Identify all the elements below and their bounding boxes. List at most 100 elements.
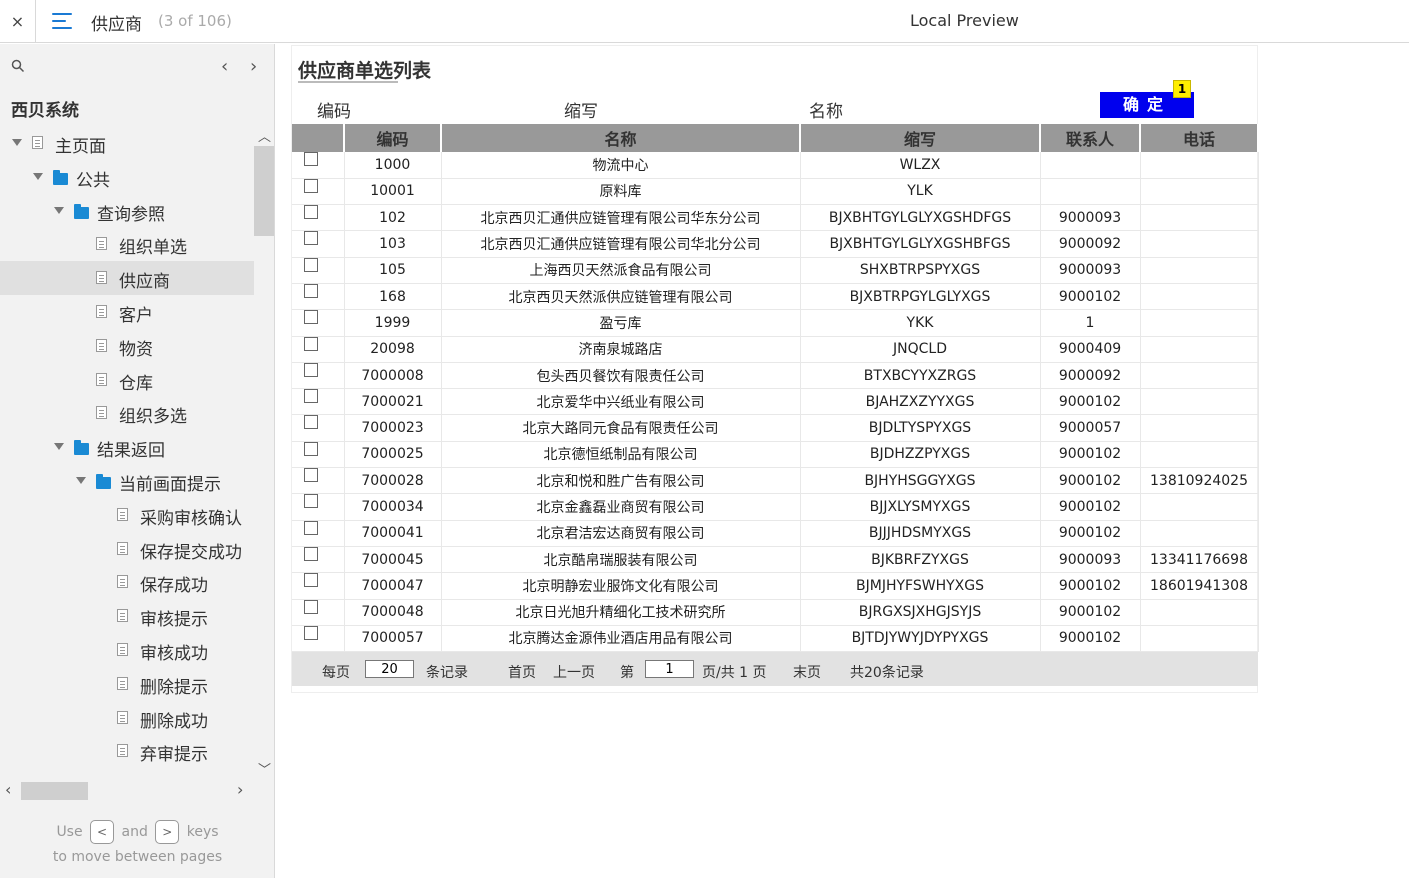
tree-item[interactable]: 公共 — [0, 160, 254, 194]
row-checkbox[interactable] — [304, 520, 318, 535]
table-row[interactable]: 7000034 北京金鑫磊业商贸有限公司 BJJXLYSMYXGS 9000102 — [292, 493, 1259, 521]
table-row[interactable]: 7000041 北京君洁宏达商贸有限公司 BJJJHDSMYXGS 9000102 — [292, 520, 1259, 547]
prev-page-icon[interactable]: ‹ — [221, 56, 228, 77]
row-checkbox[interactable] — [304, 625, 318, 640]
tree-item[interactable]: 审核提示 — [0, 599, 254, 633]
tree-item[interactable]: 采购审核确认 — [0, 498, 254, 532]
row-checkbox[interactable] — [304, 389, 318, 404]
table-row[interactable]: 7000057 北京腾达金源伟业酒店用品有限公司 BJTDJYWYJDYPYXGS 9… — [292, 625, 1259, 653]
next-page-icon[interactable]: › — [250, 56, 257, 77]
cell-abbr: BJXBTRPGYLGLYXGS — [800, 283, 1041, 311]
tree-item[interactable]: 组织单选 — [0, 227, 254, 261]
scroll-right-icon[interactable]: › — [237, 780, 243, 799]
row-checkbox[interactable] — [304, 441, 318, 456]
table-row[interactable]: 103 北京西贝汇通供应链管理有限公司华北分公司 BJXBHTGYLGLYXGSHB… — [292, 230, 1259, 258]
table-row[interactable]: 7000028 北京和悦和胜广告有限公司 BJHYHSGGYXGS 9000102 13… — [292, 467, 1259, 495]
row-checkbox[interactable] — [304, 205, 318, 220]
row-checkbox[interactable] — [304, 468, 318, 483]
tree-item[interactable]: 客户 — [0, 295, 254, 329]
prev-page-link[interactable]: 上一页 — [553, 662, 595, 682]
last-page-link[interactable]: 末页 — [793, 662, 821, 682]
tree-item[interactable]: 结果返回 — [0, 430, 254, 464]
row-checkbox[interactable] — [304, 362, 318, 377]
row-checkbox[interactable] — [304, 178, 318, 193]
scroll-left-icon[interactable]: ‹ — [5, 780, 11, 799]
page-icon — [96, 338, 107, 352]
row-checkbox[interactable] — [304, 231, 318, 246]
page-tree: 主页面 公共 查询参照 组织单选 供应商 客户 物资 仓库 组织多选 结果返回 当前画面提示 采购审核… — [0, 126, 254, 778]
cell-phone — [1140, 204, 1259, 232]
table-row[interactable]: 7000047 北京明静宏业服饰文化有限公司 BJMJHYFSWHYXGS 90001… — [292, 572, 1259, 600]
supplier-table: 编码 名称 缩写 联系人 电话 1000 物流中心 WLZX 10001 原料库 YLK 1… — [292, 124, 1259, 653]
expand-arrow-icon[interactable] — [54, 206, 64, 214]
table-row[interactable]: 102 北京西贝汇通供应链管理有限公司华东分公司 BJXBHTGYLGLYXGSHD… — [292, 204, 1259, 232]
cell-abbr: WLZX — [800, 152, 1041, 179]
supplier-list-panel: 供应商单选列表 编码 缩写 名称 确定 1 编码 名称 缩写 联系人 电话 10… — [291, 45, 1259, 693]
row-checkbox[interactable] — [304, 152, 318, 166]
table-row[interactable]: 7000021 北京爱华中兴纸业有限公司 BJAHZXZYYXGS 9000102 — [292, 388, 1259, 416]
tree-item[interactable]: 供应商 — [0, 261, 254, 296]
vertical-scroll-thumb[interactable] — [254, 146, 274, 236]
cell-name: 北京酷帛瑞服装有限公司 — [441, 546, 801, 574]
page-number-input[interactable] — [645, 660, 694, 678]
tree-item[interactable]: 组织多选 — [0, 396, 254, 430]
table-row[interactable]: 105 上海西贝天然派食品有限公司 SHXBTRPSPYXGS 9000093 — [292, 257, 1259, 284]
scroll-up-icon[interactable]: ︿ — [258, 126, 271, 145]
tree-horizontal-scrollbar[interactable]: ‹ › — [0, 780, 254, 800]
horizontal-scroll-thumb[interactable] — [21, 782, 88, 800]
tree-item[interactable]: 删除提示 — [0, 667, 254, 701]
search-icon[interactable] — [11, 59, 25, 73]
row-checkbox[interactable] — [304, 599, 318, 614]
row-checkbox[interactable] — [304, 257, 318, 272]
tree-item[interactable]: 审核成功 — [0, 633, 254, 667]
tree-item[interactable]: 主页面 — [0, 126, 254, 160]
table-row[interactable]: 7000023 北京大路同元食品有限责任公司 BJDLTYSPYXGS 9000057 — [292, 414, 1259, 442]
expand-arrow-icon[interactable] — [54, 443, 64, 451]
first-page-link[interactable]: 首页 — [508, 662, 536, 682]
tree-item[interactable]: 查询参照 — [0, 194, 254, 228]
table-row[interactable]: 1000 物流中心 WLZX — [292, 152, 1259, 179]
table-row[interactable]: 7000025 北京德恒纸制品有限公司 BJDHZZPYXGS 9000102 — [292, 441, 1259, 469]
tree-item[interactable]: 弃审提示 — [0, 734, 254, 768]
tree-item[interactable]: 删除成功 — [0, 701, 254, 735]
cell-contact: 9000102 — [1040, 625, 1141, 653]
table-row[interactable]: 1999 盈亏库 YKK 1 — [292, 309, 1259, 337]
cell-contact: 9000092 — [1040, 362, 1141, 390]
row-checkbox[interactable] — [304, 336, 318, 351]
tree-item[interactable]: 保存提交成功 — [0, 532, 254, 566]
close-button[interactable]: × — [0, 0, 36, 43]
row-checkbox[interactable] — [304, 546, 318, 561]
table-row[interactable]: 7000045 北京酷帛瑞服装有限公司 BJKBRFZYXGS 9000093 1334… — [292, 546, 1259, 574]
row-checkbox[interactable] — [304, 415, 318, 430]
tree-item[interactable]: 弃审成功 — [0, 768, 254, 778]
cell-contact: 9000102 — [1040, 441, 1141, 469]
page-icon — [117, 676, 128, 690]
tree-item[interactable]: 保存成功 — [0, 565, 254, 599]
menu-icon[interactable] — [52, 11, 74, 31]
expand-arrow-icon[interactable] — [33, 172, 43, 180]
row-checkbox[interactable] — [304, 283, 318, 298]
tree-vertical-scrollbar[interactable]: ︿ ﹀ — [254, 126, 274, 778]
table-row[interactable]: 7000048 北京日光旭升精细化工技术研究所 BJRGXSJXHGJSYJS 900… — [292, 599, 1259, 626]
page-icon — [117, 609, 128, 623]
cell-phone: 13341176698 — [1140, 546, 1259, 574]
tree-item[interactable]: 当前画面提示 — [0, 464, 254, 498]
table-row[interactable]: 20098 济南泉城路店 JNQCLD 9000409 — [292, 336, 1259, 363]
per-page-input[interactable] — [365, 660, 414, 678]
cell-contact: 9000102 — [1040, 520, 1141, 547]
page-icon — [96, 305, 107, 318]
expand-arrow-icon[interactable] — [12, 139, 22, 146]
cell-abbr: BJTDJYWYJDYPYXGS — [800, 625, 1041, 653]
expand-arrow-icon[interactable] — [76, 477, 86, 484]
scroll-down-icon[interactable]: ﹀ — [258, 759, 271, 778]
table-row[interactable]: 10001 原料库 YLK — [292, 178, 1259, 206]
tree-item[interactable]: 仓库 — [0, 363, 254, 397]
row-checkbox[interactable] — [304, 310, 318, 325]
table-row[interactable]: 168 北京西贝天然派供应链管理有限公司 BJXBTRPGYLGLYXGS 90001… — [292, 283, 1259, 311]
row-checkbox[interactable] — [304, 494, 318, 509]
cell-contact: 9000102 — [1040, 599, 1141, 626]
cell-phone — [1140, 152, 1259, 179]
row-checkbox[interactable] — [304, 573, 318, 588]
table-row[interactable]: 7000008 包头西贝餐饮有限责任公司 BTXBCYYXZRGS 9000092 — [292, 362, 1259, 390]
tree-item[interactable]: 物资 — [0, 329, 254, 363]
